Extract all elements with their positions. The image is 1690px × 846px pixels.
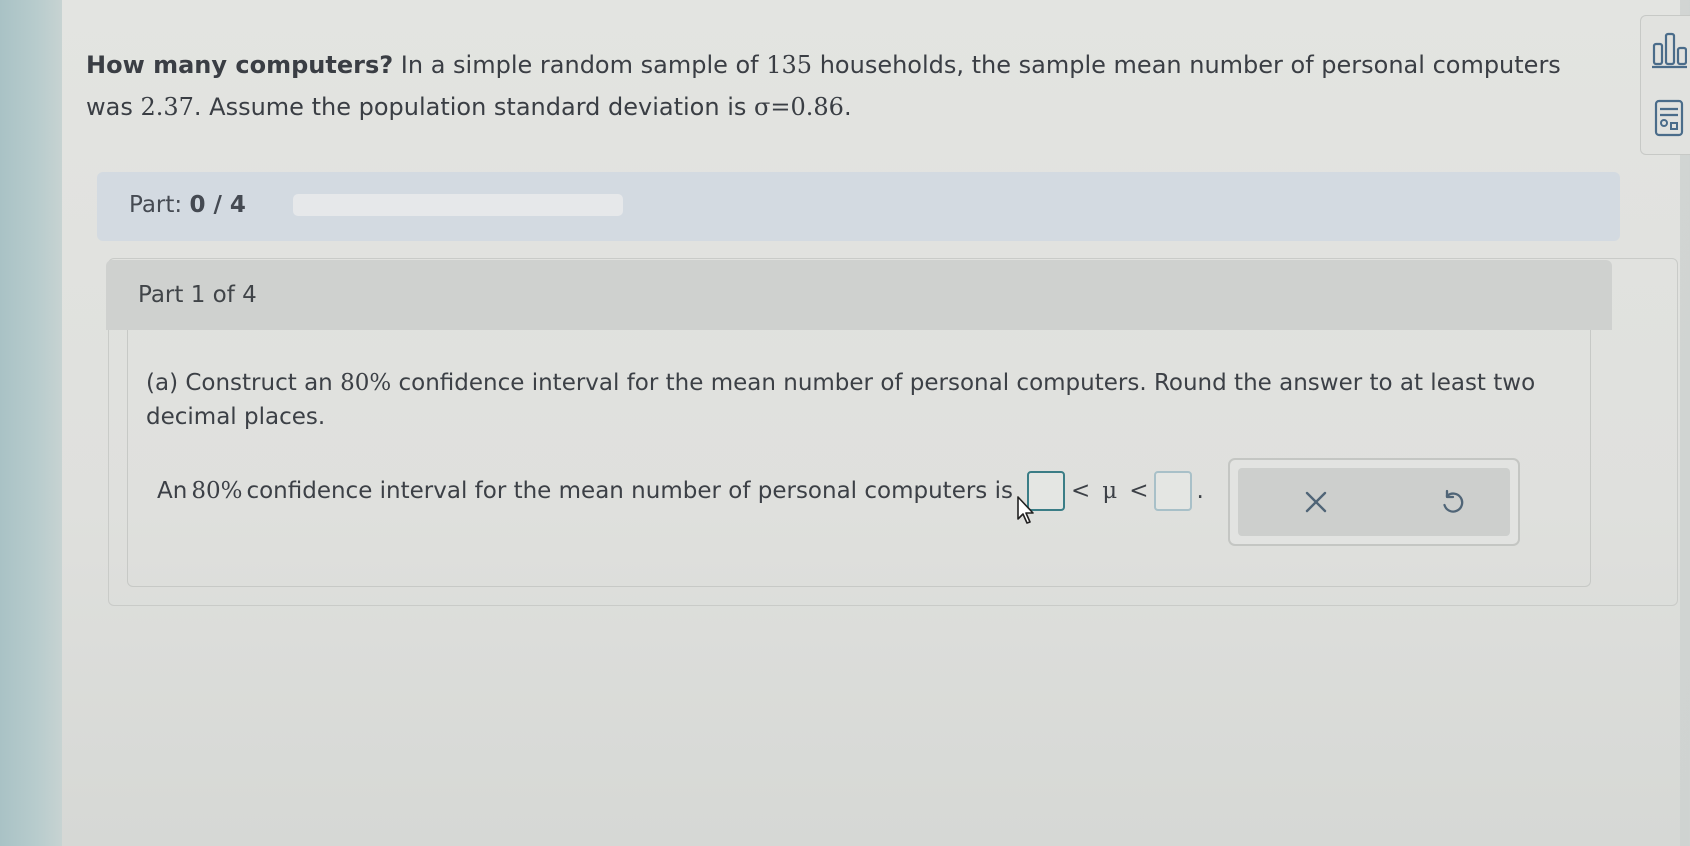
part-header: Part 1 of 4: [106, 260, 1612, 330]
part-header-label: Part 1 of 4: [138, 282, 257, 308]
progress-label: Part: 0 / 4: [129, 192, 246, 218]
mouse-cursor-icon: [1017, 496, 1034, 524]
progress-track: [293, 194, 623, 216]
progress-label-prefix: Part:: [129, 192, 183, 218]
less-than-symbol-2: <: [1129, 478, 1149, 504]
less-than-symbol-1: <: [1070, 478, 1091, 504]
instructions-percent: 80%: [340, 370, 392, 396]
question-title: How many computers?: [86, 51, 394, 79]
sigma-expression: σ=0.86: [754, 93, 844, 121]
upper-bound-input[interactable]: [1154, 471, 1193, 511]
question-text-part3: . Assume the population standard deviati…: [193, 93, 754, 121]
answer-actions: [1228, 458, 1520, 546]
part-instructions: (a) Construct an 80% confidence interval…: [146, 366, 1546, 434]
question-text-end: .: [843, 93, 852, 121]
mu-symbol: μ: [1102, 478, 1118, 504]
answer-actions-panel: [1238, 468, 1510, 536]
sample-mean-value: 2.37: [140, 93, 194, 121]
answer-middle: confidence interval for the mean number …: [246, 478, 1013, 504]
question-text-part1: In a simple random sample of: [393, 51, 767, 79]
answer-prefix: An: [157, 478, 188, 504]
undo-arrow-icon: [1443, 489, 1464, 513]
close-x-icon: [1305, 491, 1327, 513]
undo-button[interactable]: [1430, 480, 1474, 524]
side-toolbar: [1640, 15, 1690, 155]
progress-count: 0 / 4: [189, 192, 246, 218]
part-progress-bar: Part: 0 / 4: [97, 172, 1620, 241]
data-chart-icon[interactable]: [1651, 30, 1687, 70]
calculator-icon[interactable]: [1651, 98, 1687, 138]
answer-line: An 80% confidence interval for the mean …: [157, 470, 1204, 512]
answer-period: .: [1196, 478, 1204, 504]
answer-percent: 80%: [191, 478, 243, 504]
window-left-edge: [0, 0, 62, 846]
clear-button[interactable]: [1294, 480, 1338, 524]
question-text: How many computers? In a simple random s…: [86, 44, 1586, 128]
instructions-prefix: (a) Construct an: [146, 370, 341, 396]
sample-size-value: 135: [766, 51, 813, 79]
